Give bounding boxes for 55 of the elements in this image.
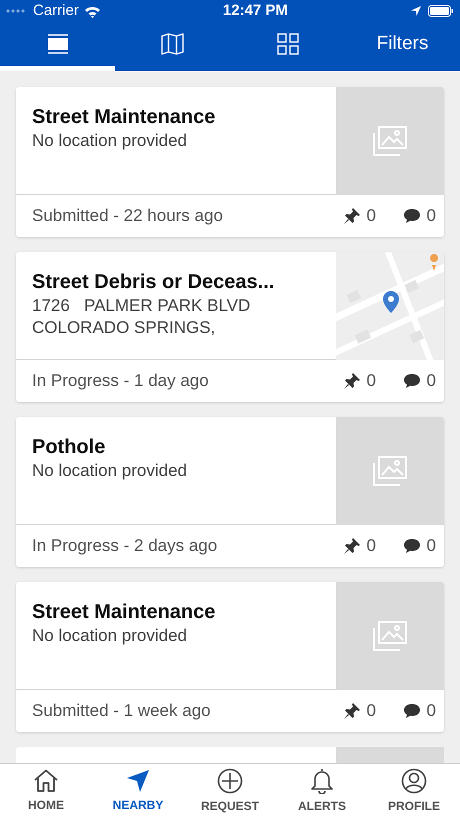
home-icon (33, 768, 59, 792)
location-arrow-icon (410, 5, 422, 17)
nav-tab[interactable]: ALERTS (276, 764, 368, 818)
request-title: Street Maintenance (32, 105, 216, 130)
filters-tab[interactable]: Filters (345, 22, 460, 71)
pushpin-icon (342, 207, 361, 225)
pushpin-icon (342, 372, 361, 390)
request-title: Street Debris or Deceas... (32, 270, 276, 295)
location-text: No location provided (32, 460, 188, 482)
pushpin-icon (342, 537, 361, 555)
nav-tab[interactable]: NEARBY (92, 764, 184, 818)
request-title: Street Maintenance (32, 600, 216, 625)
location-text: COLORADO SPRINGS, (32, 317, 216, 339)
map-icon (161, 33, 184, 55)
nav-tab[interactable]: REQUEST (184, 764, 276, 818)
comment-count: 0 (426, 700, 436, 722)
speech-bubble-icon (402, 703, 421, 719)
carrier-label: Carrier (33, 0, 79, 21)
speech-bubble-icon (402, 373, 421, 389)
location-text: 1726 PALMER PARK BLVD (32, 295, 252, 317)
pin-count: 0 (366, 205, 376, 228)
status-text: Submitted - 22 hours ago (32, 205, 224, 228)
image-placeholder-icon (373, 456, 407, 486)
status-text: Submitted - 1 week ago (32, 700, 212, 722)
grid-view-icon (276, 33, 298, 55)
pin-count: 0 (366, 700, 376, 722)
nav-tab[interactable]: HOME (0, 764, 92, 818)
pushpin-icon (342, 702, 361, 720)
add-icon (217, 768, 243, 794)
location-text: No location provided (32, 625, 188, 647)
list-view-icon (46, 34, 68, 54)
location-text: No location provided (32, 130, 188, 152)
status-text: In Progress - 1 day ago (32, 370, 210, 392)
status-text: In Progress - 2 days ago (32, 535, 218, 558)
comment-count: 0 (426, 535, 436, 558)
image-placeholder-icon (373, 126, 407, 156)
speech-bubble-icon (402, 208, 421, 224)
image-placeholder-icon (373, 621, 407, 651)
pin-count: 0 (366, 535, 376, 558)
speech-bubble-icon (402, 538, 421, 554)
profile-icon (401, 768, 427, 794)
comment-count: 0 (426, 370, 436, 392)
request-card[interactable]: Pothole No location provided In Progress - 2 days ago 0 0 (16, 417, 444, 567)
battery-icon (428, 5, 454, 17)
bell-icon (311, 768, 333, 794)
request-card[interactable]: Street Maintenance No location provided Submitted - 1 week ago 0 0 (16, 582, 444, 732)
nav-tab[interactable]: PROFILE (368, 764, 460, 818)
request-card[interactable]: Street Debris or Deceas... 1726 PALMER PARK BLVD COLORADO SPRINGS, In Progress - 1 day ago 0 0 (16, 252, 444, 402)
wifi-icon (84, 4, 101, 18)
request-title: Pothole (32, 435, 106, 460)
comment-count: 0 (426, 205, 436, 228)
pin-count: 0 (366, 370, 376, 392)
request-card[interactable]: Street Maintenance No location provided Submitted - 22 hours ago 0 0 (16, 87, 444, 237)
clock-time: 12:47 PM (222, 0, 288, 21)
navigation-arrow-icon (126, 768, 150, 792)
